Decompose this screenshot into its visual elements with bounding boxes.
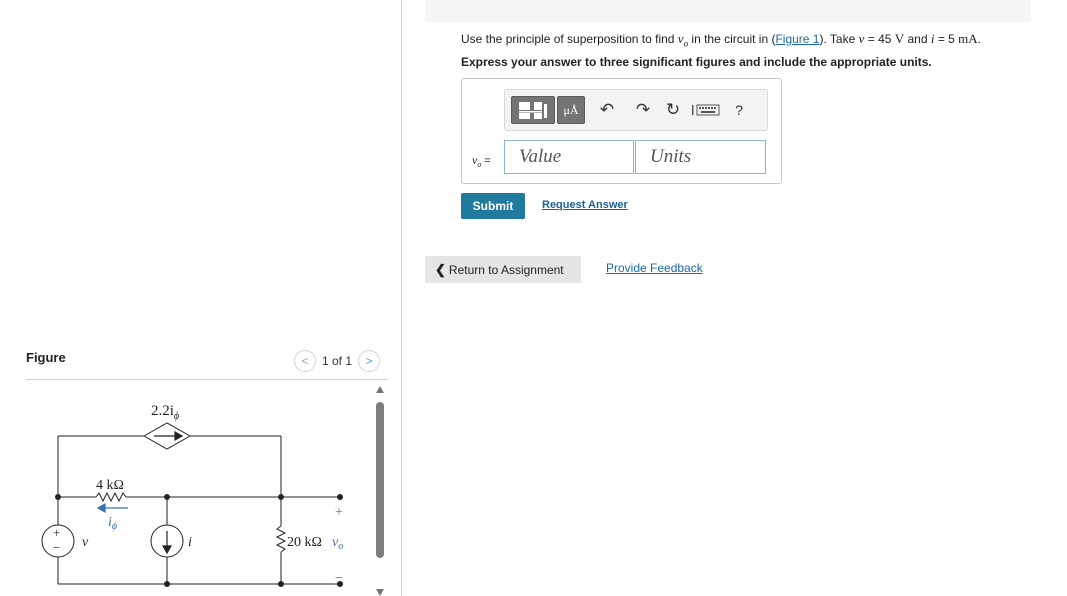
chevron-left-icon[interactable]: < <box>294 350 316 372</box>
units-button[interactable]: μÅ <box>557 96 585 124</box>
return-label: Return to Assignment <box>448 262 564 277</box>
arrow-head <box>96 502 106 514</box>
scroll-thumb[interactable] <box>376 402 384 558</box>
pager-text: 1 of 1 <box>322 354 353 368</box>
answer-box: μÅ ↶ ↷ ↻ ? vo = <box>461 78 782 184</box>
math-toolbar: μÅ ↶ ↷ ↻ ? <box>504 89 768 131</box>
v-unit: V <box>894 31 905 46</box>
vo-plus: + <box>335 505 343 520</box>
terminal <box>337 494 343 500</box>
dependent-source-label: 2.2iϕ <box>151 403 179 422</box>
return-to-assignment-button[interactable]: ❮ Return to Assignment <box>425 256 581 283</box>
reset-icon[interactable]: ↻ <box>661 96 685 124</box>
figure-pane: Figure < 1 of 1 > 2.2iϕ 4 kΩ iϕ + − v i … <box>0 0 401 596</box>
node <box>55 494 61 500</box>
units-input[interactable] <box>635 140 766 174</box>
submit-button[interactable]: Submit <box>461 193 525 219</box>
circuit-diagram: 2.2iϕ 4 kΩ iϕ + − v i 20 kΩ vo + − <box>41 403 343 587</box>
node <box>278 581 284 587</box>
current-source-label: i <box>188 535 192 550</box>
i-value: = 5 <box>934 32 959 46</box>
redo-icon[interactable]: ↷ <box>631 96 655 124</box>
resistor-20k-label: 20 kΩ <box>287 535 322 550</box>
question-end: . <box>977 32 982 46</box>
resistor-20k <box>275 525 287 553</box>
question-mid: in the circuit in ( <box>688 32 776 46</box>
figure-link[interactable]: Figure 1 <box>775 32 819 46</box>
undo-icon[interactable]: ↶ <box>595 96 619 124</box>
v-value: = 45 <box>864 32 895 46</box>
node <box>164 494 170 500</box>
resistor-4k <box>95 491 127 503</box>
pane-divider[interactable] <box>401 0 402 596</box>
question-and: and <box>904 32 931 46</box>
answer-label: vo = <box>472 153 491 170</box>
chevron-left-icon: ❮ <box>435 261 446 277</box>
figure-divider <box>26 379 388 380</box>
arrow-head <box>161 545 173 555</box>
node <box>278 494 284 500</box>
vo-minus: − <box>335 571 343 586</box>
help-button[interactable]: ? <box>727 96 751 124</box>
scroll-down-arrow[interactable] <box>376 589 384 596</box>
keyboard-icon[interactable] <box>689 96 723 124</box>
figure-header: Figure <box>26 350 66 365</box>
node <box>164 581 170 587</box>
voltage-source-label: v <box>82 535 89 550</box>
provide-feedback-link[interactable]: Provide Feedback <box>606 261 703 275</box>
chevron-right-icon[interactable]: > <box>358 350 381 372</box>
voltage-source-minus: − <box>53 540 60 555</box>
question-text: Use the principle of superposition to fi… <box>461 31 981 49</box>
top-band <box>425 0 1031 22</box>
question-after-link: ). Take <box>819 32 859 46</box>
voltage-source-plus: + <box>53 525 60 540</box>
question-prefix: Use the principle of superposition to fi… <box>461 32 678 46</box>
instruction-text: Express your answer to three significant… <box>461 55 932 69</box>
vo-symbol: vo <box>677 31 689 49</box>
resistor-4k-label: 4 kΩ <box>96 478 124 493</box>
value-input[interactable] <box>504 140 634 174</box>
vo-label: vo <box>332 535 343 552</box>
i-unit: mA <box>958 31 978 46</box>
figure-pager: < 1 of 1 > <box>294 350 381 372</box>
request-answer-link[interactable]: Request Answer <box>542 199 628 211</box>
scroll-up-arrow[interactable] <box>376 386 384 393</box>
templates-icon[interactable] <box>511 96 555 124</box>
arrow-head <box>174 430 184 442</box>
current-label: iϕ <box>108 515 117 532</box>
figure-scrollbar[interactable] <box>375 386 385 596</box>
